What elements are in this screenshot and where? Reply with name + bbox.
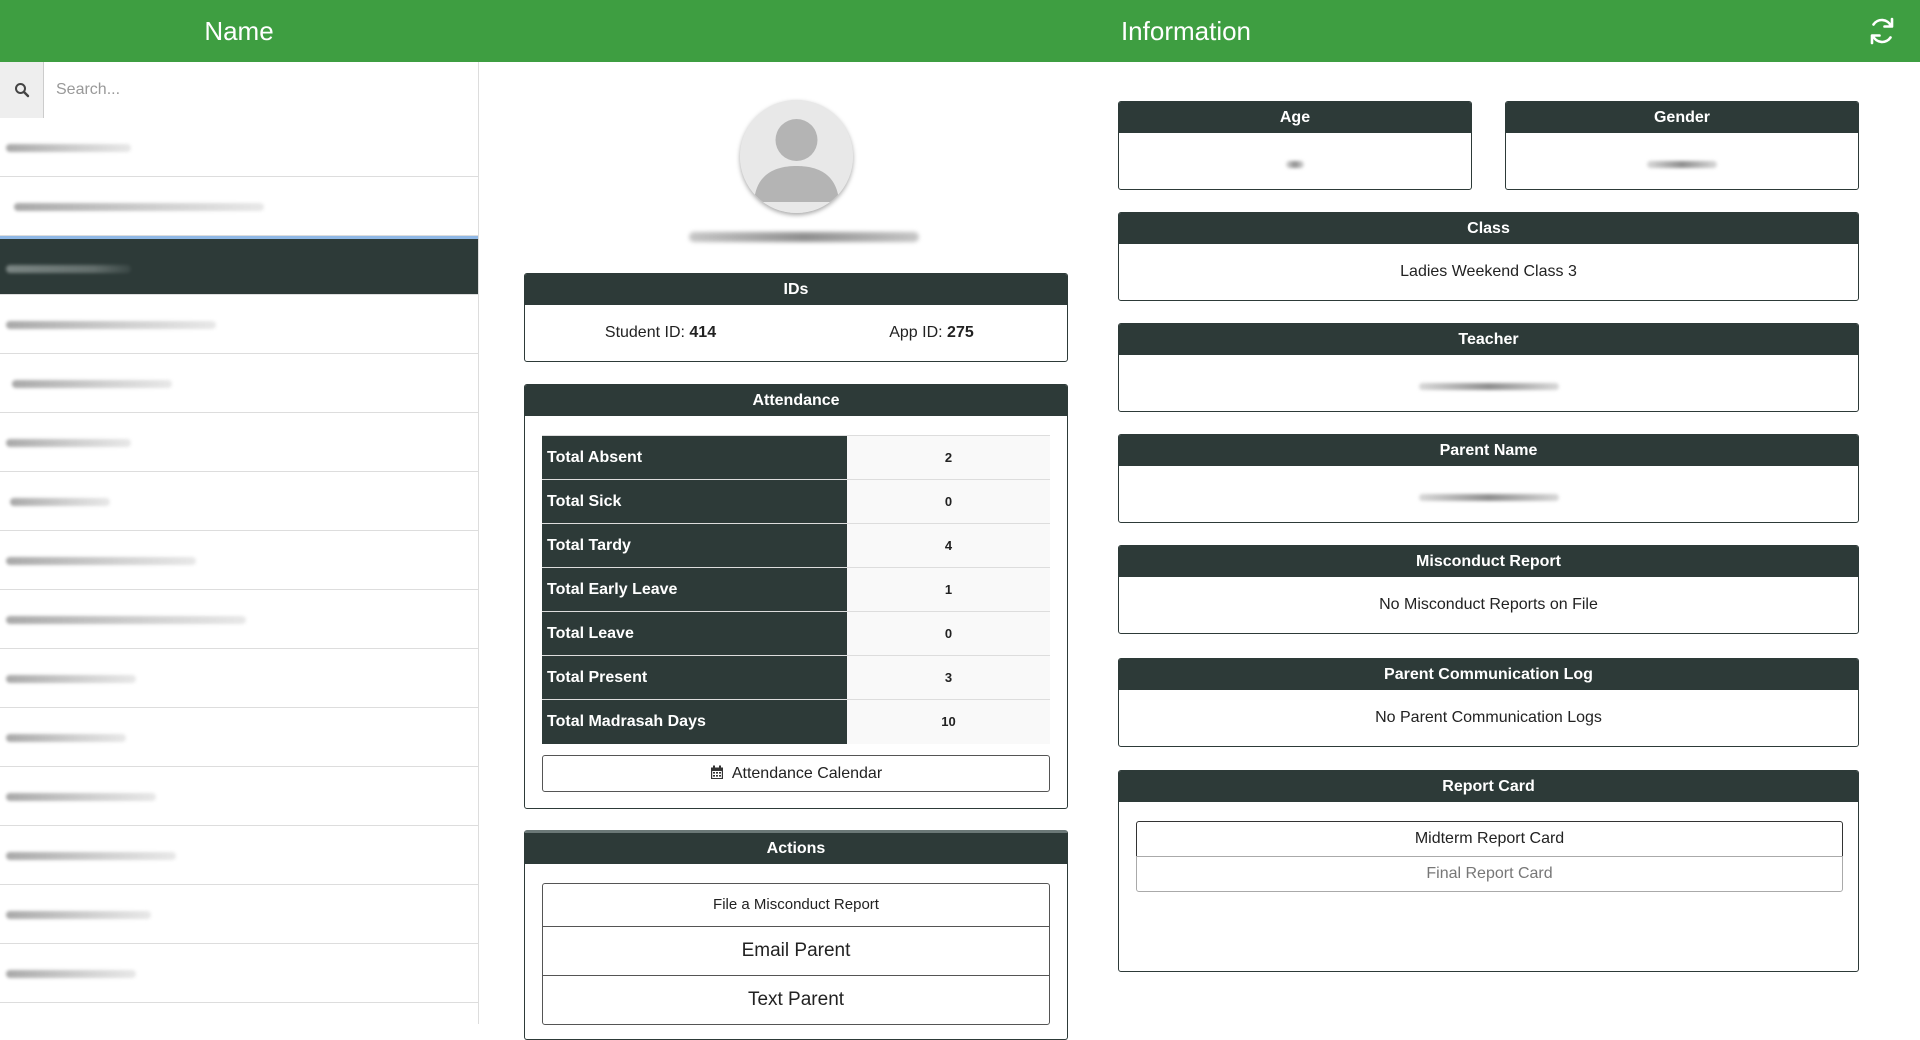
misconduct-report-panel: Misconduct Report No Misconduct Reports … [1118,545,1859,634]
age-panel: Age [1118,101,1472,190]
attendance-table: Total Absent 2 Total Sick 0 Total Tardy 4 T… [542,435,1050,744]
attendance-panel: Attendance Total Absent 2 Total Sick 0 Tot… [524,384,1068,809]
file-misconduct-report-button[interactable]: File a Misconduct Report [542,883,1050,927]
student-list-item[interactable] [0,413,478,472]
student-list-item[interactable] [0,708,478,767]
student-list-item[interactable] [0,826,478,885]
attendance-value: 4 [847,523,1050,568]
student-id-label: Student ID: [604,323,690,341]
student-id: Student ID: 414 [525,324,796,342]
student-list-item-selected[interactable] [0,236,478,295]
student-list-item[interactable] [0,767,478,826]
attendance-title: Attendance [525,385,1067,416]
attendance-value: 1 [847,567,1050,612]
actions-title: Actions [525,833,1067,864]
report-card-title: Report Card [1119,771,1858,802]
search-icon [0,62,44,118]
class-panel: Class Ladies Weekend Class 3 [1118,212,1859,301]
teacher-title: Teacher [1119,324,1858,355]
attendance-value: 3 [847,655,1050,700]
table-row: Total Sick 0 [542,479,1050,524]
email-parent-button[interactable]: Email Parent [542,926,1050,976]
gender-value-redacted [1647,161,1717,168]
student-information: IDs Student ID: 414 App ID: 275 Attendan… [479,62,1920,1040]
attendance-label: Total Early Leave [542,567,847,612]
attendance-value: 2 [847,435,1050,480]
parent-communication-log-title: Parent Communication Log [1119,659,1858,690]
student-list-item[interactable] [0,885,478,944]
student-name-redacted [689,232,919,242]
gender-panel: Gender [1505,101,1859,190]
attendance-calendar-button[interactable]: Attendance Calendar [542,755,1050,792]
parent-name-title: Parent Name [1119,435,1858,466]
table-row: Total Tardy 4 [542,523,1050,568]
student-list-item[interactable] [0,531,478,590]
student-list-item[interactable] [0,944,478,1003]
midterm-report-card-button[interactable]: Midterm Report Card [1136,821,1843,857]
age-title: Age [1119,102,1471,133]
attendance-label: Total Tardy [542,523,847,568]
teacher-panel: Teacher [1118,323,1859,412]
table-row: Total Absent 2 [542,435,1050,480]
student-list-item[interactable] [0,295,478,354]
attendance-label: Total Madrasah Days [542,699,847,744]
parent-communication-log-panel: Parent Communication Log No Parent Commu… [1118,658,1859,747]
text-parent-button[interactable]: Text Parent [542,975,1050,1025]
parent-name-panel: Parent Name [1118,434,1859,523]
app-id-label: App ID: [889,323,948,341]
search-bar [0,62,478,118]
information-title: Information [1120,16,1252,46]
class-title: Class [1119,213,1858,244]
calendar-icon [710,758,724,793]
attendance-value: 0 [847,611,1050,656]
name-column-title: Name [204,16,274,46]
table-row: Total Leave 0 [542,611,1050,656]
class-value: Ladies Weekend Class 3 [1400,263,1577,280]
parent-communication-log-value: No Parent Communication Logs [1375,709,1602,726]
report-card-panel: Report Card Midterm Report Card Final Re… [1118,770,1859,972]
attendance-value: 10 [847,699,1050,744]
attendance-value: 0 [847,479,1050,524]
age-value-redacted [1286,161,1304,168]
attendance-label: Total Present [542,655,847,700]
table-row: Total Early Leave 1 [542,567,1050,612]
gender-title: Gender [1506,102,1858,133]
actions-panel: Actions File a Misconduct Report Email P… [524,830,1068,1040]
attendance-label: Total Sick [542,479,847,524]
student-list [0,118,478,1003]
misconduct-report-title: Misconduct Report [1119,546,1858,577]
refresh-icon[interactable] [1866,15,1898,47]
attendance-label: Total Leave [542,611,847,656]
student-list-sidebar [0,62,479,1024]
top-header: Name Information [0,0,1920,62]
search-input[interactable] [44,62,478,118]
app-id: App ID: 275 [796,324,1067,342]
student-list-item[interactable] [0,118,478,177]
student-list-item[interactable] [0,472,478,531]
table-row: Total Present 3 [542,655,1050,700]
attendance-label: Total Absent [542,435,847,480]
student-list-item[interactable] [0,649,478,708]
ids-panel: IDs Student ID: 414 App ID: 275 [524,273,1068,362]
ids-title: IDs [525,274,1067,305]
table-row: Total Madrasah Days 10 [542,699,1050,744]
student-list-item[interactable] [0,177,478,236]
user-avatar-icon [740,100,853,213]
student-list-item[interactable] [0,590,478,649]
misconduct-report-value: No Misconduct Reports on File [1379,596,1598,613]
teacher-value-redacted [1418,383,1559,390]
student-list-item[interactable] [0,354,478,413]
final-report-card-button[interactable]: Final Report Card [1136,856,1843,892]
attendance-calendar-label: Attendance Calendar [731,765,883,782]
parent-name-value-redacted [1418,494,1559,501]
app-id-value: 275 [947,323,974,341]
student-id-value: 414 [689,323,717,341]
